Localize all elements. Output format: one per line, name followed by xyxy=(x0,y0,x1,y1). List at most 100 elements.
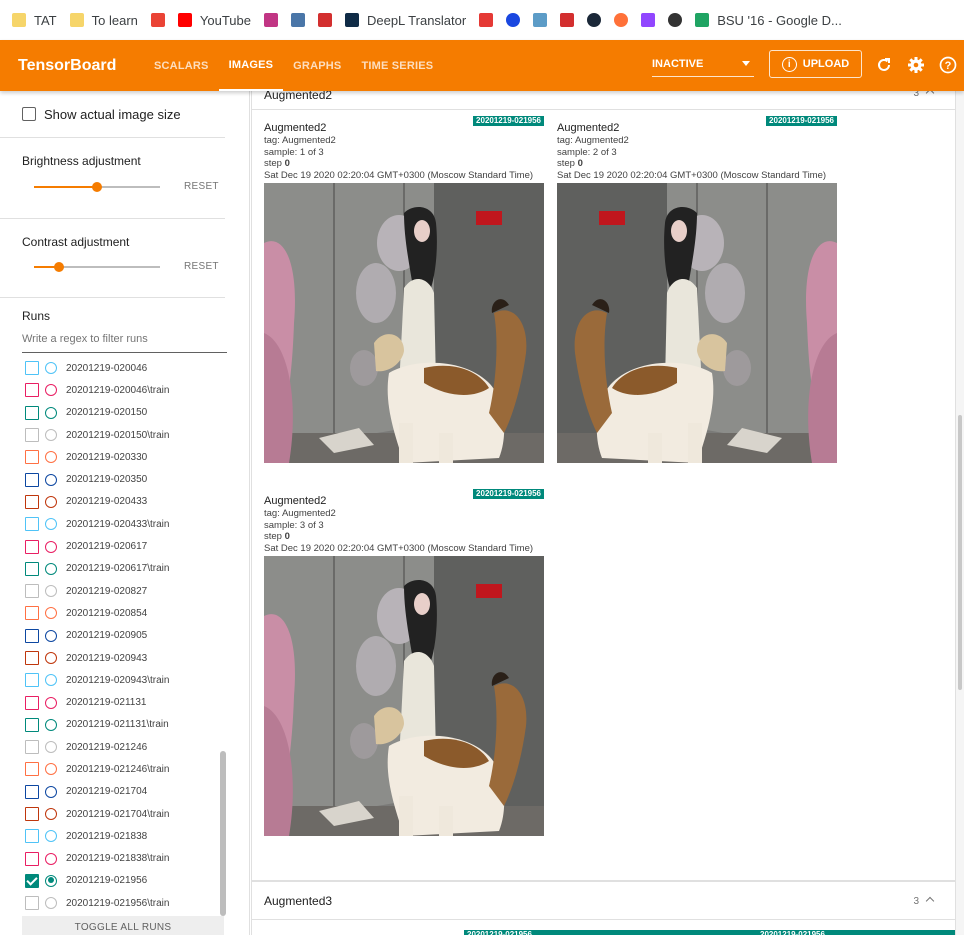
bookmark-item[interactable] xyxy=(150,13,165,27)
bookmark-item[interactable] xyxy=(317,13,332,27)
refresh-icon[interactable] xyxy=(874,55,894,75)
bookmark-item[interactable] xyxy=(587,13,602,27)
image-sample[interactable] xyxy=(264,183,544,463)
run-checkbox[interactable] xyxy=(25,896,39,911)
bookmark-item[interactable]: To learn xyxy=(69,13,138,28)
run-checkbox[interactable] xyxy=(25,673,39,688)
bookmark-item[interactable] xyxy=(560,13,575,27)
run-radio[interactable] xyxy=(45,629,57,642)
bookmark-item[interactable] xyxy=(533,13,548,27)
run-item[interactable]: 20201219-021131\train xyxy=(25,714,225,736)
run-radio[interactable] xyxy=(45,852,57,865)
run-item[interactable]: 20201219-021956 xyxy=(25,870,225,892)
run-radio[interactable] xyxy=(45,495,57,508)
run-checkbox[interactable] xyxy=(25,405,39,420)
run-radio[interactable] xyxy=(45,607,57,620)
run-checkbox[interactable] xyxy=(25,383,39,398)
bookmark-item[interactable] xyxy=(614,13,629,27)
run-checkbox[interactable] xyxy=(25,361,39,376)
bookmark-item[interactable] xyxy=(263,13,278,27)
runs-filter-input[interactable]: Write a regex to filter runs xyxy=(22,333,227,353)
bookmark-item[interactable] xyxy=(479,13,494,27)
show-actual-size-checkbox[interactable]: Show actual image size xyxy=(0,91,225,137)
contrast-slider[interactable] xyxy=(34,262,160,272)
run-item[interactable]: 20201219-021246\train xyxy=(25,758,225,780)
run-radio[interactable] xyxy=(45,585,57,598)
run-checkbox[interactable] xyxy=(25,829,39,844)
run-radio[interactable] xyxy=(45,808,57,821)
run-item[interactable]: 20201219-020433\train xyxy=(25,513,225,535)
run-checkbox[interactable] xyxy=(25,472,39,487)
bookmark-item[interactable] xyxy=(668,13,683,27)
run-item[interactable]: 20201219-021704\train xyxy=(25,803,225,825)
run-radio[interactable] xyxy=(45,540,57,553)
run-item[interactable]: 20201219-020943\train xyxy=(25,669,225,691)
chevron-up-icon[interactable] xyxy=(925,896,935,906)
run-checkbox[interactable] xyxy=(25,584,39,599)
run-item[interactable]: 20201219-020330 xyxy=(25,446,225,468)
run-radio[interactable] xyxy=(45,696,57,709)
run-item[interactable]: 20201219-020350 xyxy=(25,468,225,490)
run-checkbox[interactable] xyxy=(25,651,39,665)
run-checkbox[interactable] xyxy=(25,851,39,866)
run-radio[interactable] xyxy=(45,674,57,687)
contrast-reset-button[interactable]: RESET xyxy=(184,261,219,272)
help-icon[interactable]: ? xyxy=(938,55,958,75)
brightness-slider[interactable] xyxy=(34,182,160,192)
run-radio[interactable] xyxy=(45,718,57,731)
run-radio[interactable] xyxy=(45,451,57,464)
toggle-all-runs-button[interactable]: TOGGLE ALL RUNS xyxy=(22,916,224,935)
run-item[interactable]: 20201219-021131 xyxy=(25,691,225,713)
run-item[interactable]: 20201219-021246 xyxy=(25,736,225,758)
tab-images[interactable]: Images xyxy=(218,40,284,91)
run-checkbox[interactable] xyxy=(25,606,39,621)
image-sample[interactable] xyxy=(557,183,837,463)
run-checkbox[interactable] xyxy=(25,807,39,822)
upload-button[interactable]: i UPLOAD xyxy=(769,50,862,78)
bookmark-item[interactable] xyxy=(506,13,521,27)
run-checkbox[interactable] xyxy=(25,428,39,443)
run-checkbox[interactable] xyxy=(25,494,39,509)
bookmark-item[interactable] xyxy=(290,13,305,27)
run-item[interactable]: 20201219-020150 xyxy=(25,402,225,424)
run-radio[interactable] xyxy=(45,406,57,419)
bookmark-item[interactable]: YouTube xyxy=(177,13,251,28)
run-checkbox[interactable] xyxy=(25,695,39,710)
run-radio[interactable] xyxy=(45,785,57,798)
chevron-up-icon[interactable] xyxy=(925,91,935,98)
sidebar-scrollbar[interactable] xyxy=(220,751,226,916)
tab-time-series[interactable]: Time Series xyxy=(351,40,443,91)
run-checkbox[interactable] xyxy=(25,784,39,799)
run-radio[interactable] xyxy=(45,384,57,397)
tab-graphs[interactable]: Graphs xyxy=(283,40,351,91)
run-radio[interactable] xyxy=(45,362,57,375)
card-header[interactable]: Augmented3 3 xyxy=(252,882,955,920)
tab-scalars[interactable]: Scalars xyxy=(144,40,219,91)
bookmark-item[interactable]: DeepL Translator xyxy=(344,13,466,28)
run-item[interactable]: 20201219-020046\train xyxy=(25,379,225,401)
run-item[interactable]: 20201219-020827 xyxy=(25,580,225,602)
bookmark-item[interactable] xyxy=(641,13,656,27)
run-item[interactable]: 20201219-020433 xyxy=(25,491,225,513)
run-radio[interactable] xyxy=(45,473,57,486)
bookmark-item[interactable]: TAT xyxy=(12,13,57,28)
settings-gear-icon[interactable] xyxy=(906,55,926,75)
run-radio[interactable] xyxy=(45,763,57,776)
run-checkbox[interactable] xyxy=(25,628,39,643)
image-sample[interactable] xyxy=(264,556,544,836)
run-item[interactable]: 20201219-021704 xyxy=(25,781,225,803)
run-checkbox[interactable] xyxy=(25,539,39,554)
run-item[interactable]: 20201219-020617\train xyxy=(25,558,225,580)
run-radio[interactable] xyxy=(45,741,57,754)
brightness-reset-button[interactable]: RESET xyxy=(184,181,219,192)
main-scrollbar[interactable] xyxy=(958,415,962,690)
run-item[interactable]: 20201219-021838\train xyxy=(25,848,225,870)
run-checkbox[interactable] xyxy=(25,717,39,732)
card-header[interactable]: Augmented2 3 xyxy=(252,91,955,110)
run-item[interactable]: 20201219-021838 xyxy=(25,825,225,847)
run-item[interactable]: 20201219-020905 xyxy=(25,625,225,647)
run-radio[interactable] xyxy=(45,429,57,442)
run-checkbox[interactable] xyxy=(25,561,39,576)
brightness-slider-thumb[interactable] xyxy=(92,182,102,192)
run-radio[interactable] xyxy=(45,652,57,664)
